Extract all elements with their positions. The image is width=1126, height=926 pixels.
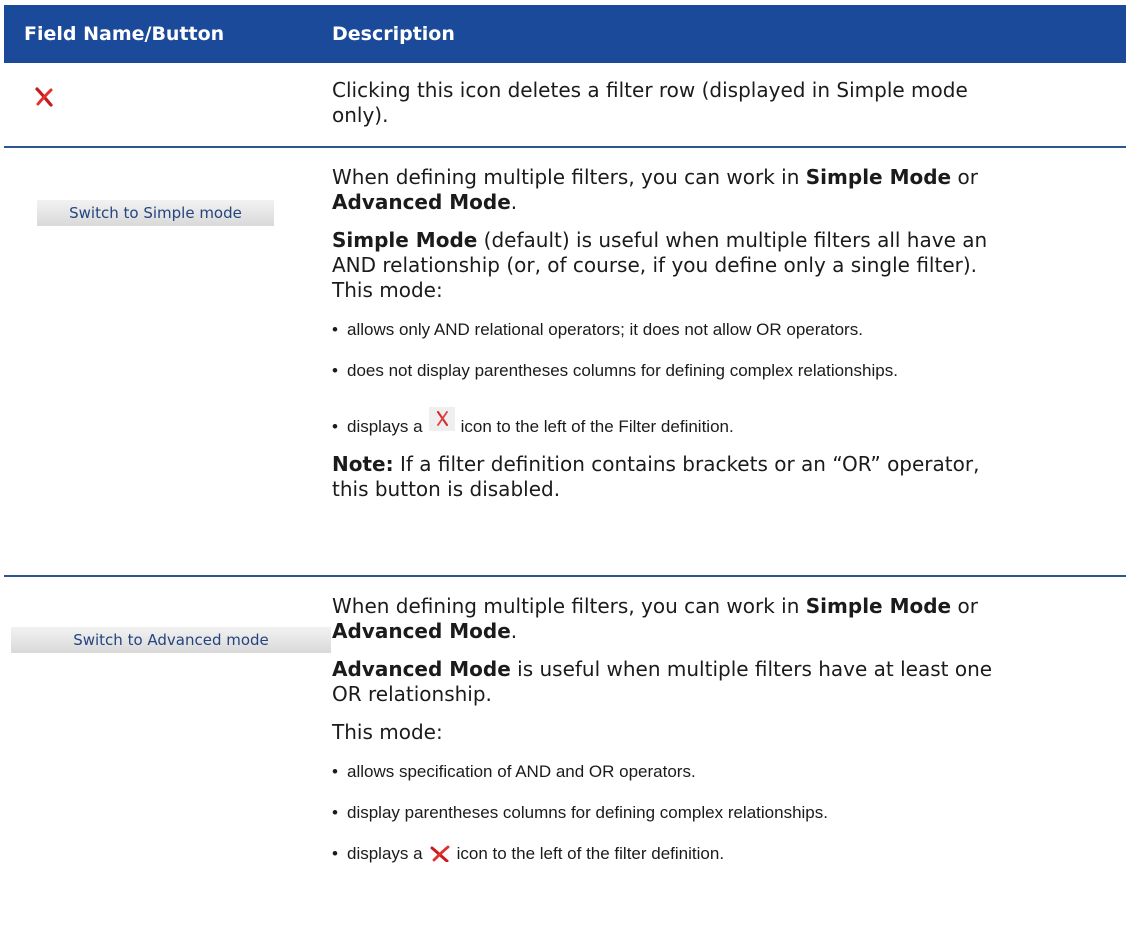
simple-mode-para-line-3: This mode: xyxy=(332,278,443,302)
intro-line-2: Advanced Mode. xyxy=(332,619,518,643)
description-line: Clicking this icon deletes a filter row … xyxy=(332,78,968,102)
table-header: Field Name/Button Description xyxy=(4,5,1126,63)
description-line: only). xyxy=(332,103,389,127)
field-description-table: Field Name/Button Description Clicking t… xyxy=(4,5,1126,917)
list-item: • displays a icon to the left of the filte… xyxy=(332,843,1122,868)
simple-mode-para-line-1: Simple Mode (default) is useful when mul… xyxy=(332,228,988,252)
row-description: Clicking this icon deletes a filter row … xyxy=(332,78,1122,128)
list-item: • allows only AND relational operators; i… xyxy=(332,320,863,339)
note-line-1: Note: If a filter definition contains br… xyxy=(332,452,980,476)
delete-x-icon xyxy=(429,844,451,868)
column-header-description: Description xyxy=(332,23,455,45)
switch-to-simple-mode-button[interactable]: Switch to Simple mode xyxy=(37,200,274,226)
row-description: When defining multiple filters, you can … xyxy=(332,165,1122,502)
intro-line-1: When defining multiple filters, you can … xyxy=(332,594,978,618)
row-description: When defining multiple filters, you can … xyxy=(332,594,1122,868)
list-item: • does not display parentheses columns fo… xyxy=(332,361,898,380)
advanced-mode-para-line-1: Advanced Mode is useful when multiple fi… xyxy=(332,657,993,681)
table-row-delete-icon: Clicking this icon deletes a filter row … xyxy=(4,63,1126,146)
this-mode-line: This mode: xyxy=(332,720,443,744)
delete-x-icon[interactable] xyxy=(34,87,54,107)
switch-to-advanced-mode-button[interactable]: Switch to Advanced mode xyxy=(11,627,331,653)
table-row-simple-mode: Switch to Simple mode When defining mult… xyxy=(4,148,1126,575)
list-item: • display parentheses columns for definin… xyxy=(332,803,828,822)
column-header-field-name: Field Name/Button xyxy=(24,23,225,45)
list-item: • displays a icon to the left of the Filte… xyxy=(332,407,1122,438)
list-item: • allows specification of AND and OR oper… xyxy=(332,762,696,781)
advanced-mode-para-line-2: OR relationship. xyxy=(332,682,492,706)
table-row-advanced-mode: Switch to Advanced mode When defining mu… xyxy=(4,577,1126,917)
simple-mode-para-line-2: AND relationship (or, of course, if you … xyxy=(332,253,978,277)
intro-line-2: Advanced Mode. xyxy=(332,190,518,214)
delete-x-icon xyxy=(428,407,455,431)
intro-line-1: When defining multiple filters, you can … xyxy=(332,165,978,189)
note-line-2: this button is disabled. xyxy=(332,477,561,501)
